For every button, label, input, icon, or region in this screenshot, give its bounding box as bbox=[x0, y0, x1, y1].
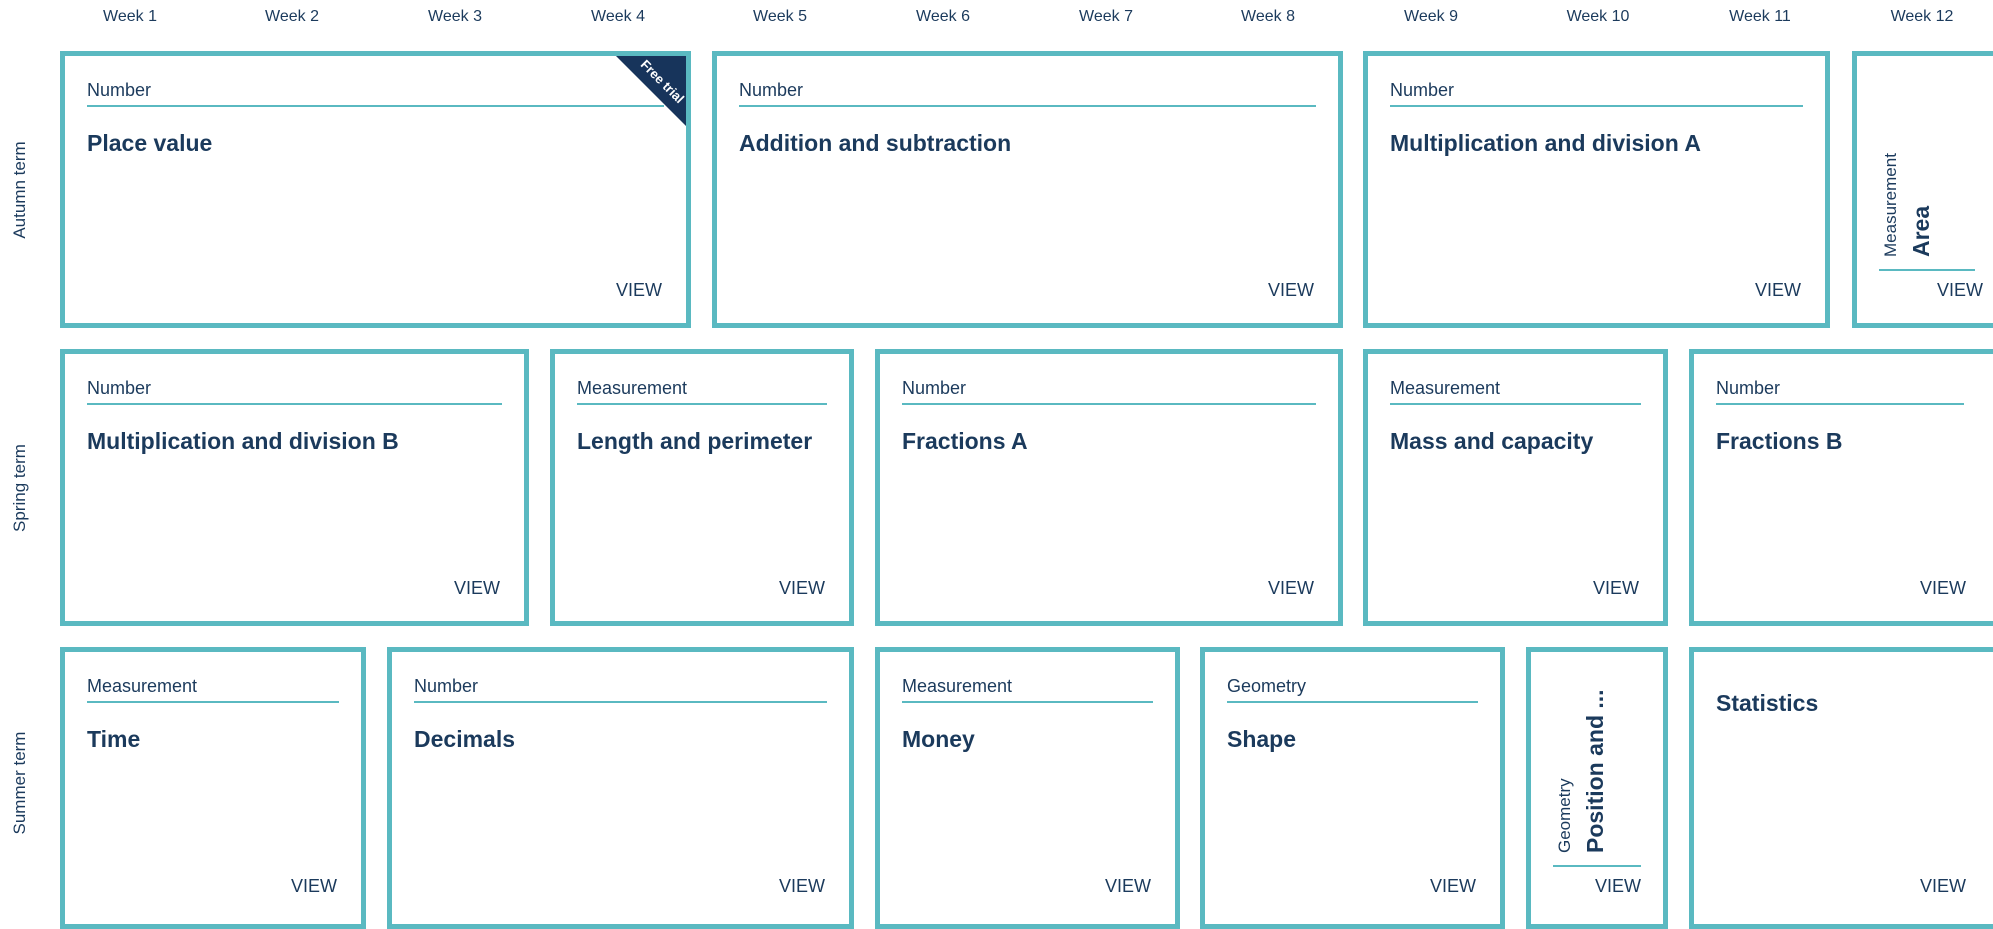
view-link[interactable]: VIEW bbox=[1595, 876, 1641, 897]
view-link[interactable]: VIEW bbox=[1268, 578, 1314, 599]
unit-card-time[interactable]: Measurement Time VIEW bbox=[60, 647, 366, 929]
unit-card-position-direction[interactable]: Geometry Position and ... VIEW bbox=[1526, 647, 1668, 929]
unit-title: Money bbox=[902, 726, 975, 752]
unit-card-statistics[interactable]: Statistics VIEW bbox=[1689, 647, 1993, 929]
unit-card-multiplication-division-a[interactable]: Number Multiplication and division A VIE… bbox=[1363, 51, 1830, 328]
unit-category: Number bbox=[87, 378, 502, 405]
week-5-header: Week 5 bbox=[753, 8, 807, 25]
autumn-term-label: Autumn term bbox=[10, 140, 29, 239]
unit-card-fractions-b[interactable]: Number Fractions B VIEW bbox=[1689, 349, 1993, 626]
unit-title: Place value bbox=[87, 130, 213, 156]
unit-card-addition-subtraction[interactable]: Number Addition and subtraction VIEW bbox=[712, 51, 1343, 328]
week-10-header: Week 10 bbox=[1566, 8, 1630, 25]
unit-category: Number bbox=[87, 80, 664, 107]
week-4-header: Week 4 bbox=[591, 8, 645, 25]
week-8-header: Week 8 bbox=[1241, 8, 1295, 25]
unit-title: Shape bbox=[1227, 726, 1297, 752]
unit-card-decimals[interactable]: Number Decimals VIEW bbox=[387, 647, 854, 929]
unit-title: Fractions B bbox=[1716, 428, 1843, 454]
view-link[interactable]: VIEW bbox=[1593, 578, 1639, 599]
week-7-header: Week 7 bbox=[1079, 8, 1133, 25]
unit-category: Measurement bbox=[577, 378, 827, 405]
unit-category: Number bbox=[1716, 378, 1964, 405]
week-12-header: Week 12 bbox=[1890, 8, 1954, 25]
unit-card-shape[interactable]: Geometry Shape VIEW bbox=[1200, 647, 1505, 929]
vertical-label-group: Measurement Area bbox=[1879, 86, 1975, 271]
view-link[interactable]: VIEW bbox=[779, 578, 825, 599]
unit-category: Number bbox=[1390, 80, 1803, 107]
view-link[interactable]: VIEW bbox=[1755, 280, 1801, 301]
unit-title: Position and ... bbox=[1582, 689, 1608, 853]
view-link[interactable]: VIEW bbox=[454, 578, 500, 599]
summer-term-label: Summer term bbox=[10, 731, 29, 835]
week-9-header: Week 9 bbox=[1404, 8, 1458, 25]
unit-title: Mass and capacity bbox=[1390, 428, 1594, 454]
unit-title: Multiplication and division B bbox=[87, 428, 399, 454]
unit-category: Geometry bbox=[1227, 676, 1478, 703]
week-1-header: Week 1 bbox=[103, 8, 157, 25]
week-2-header: Week 2 bbox=[265, 8, 319, 25]
vertical-label-group: Geometry Position and ... bbox=[1553, 682, 1641, 867]
view-link[interactable]: VIEW bbox=[779, 876, 825, 897]
unit-category: Geometry bbox=[1555, 778, 1574, 853]
week-11-header: Week 11 bbox=[1729, 8, 1791, 25]
unit-category: Measurement bbox=[1390, 378, 1641, 405]
view-link[interactable]: VIEW bbox=[291, 876, 337, 897]
unit-title: Addition and subtraction bbox=[739, 130, 1012, 156]
unit-title: Decimals bbox=[414, 726, 516, 752]
unit-card-area[interactable]: Measurement Area VIEW bbox=[1852, 51, 1993, 328]
unit-card-fractions-a[interactable]: Number Fractions A VIEW bbox=[875, 349, 1343, 626]
unit-category: Measurement bbox=[87, 676, 339, 703]
unit-title: Fractions A bbox=[902, 428, 1028, 454]
unit-card-place-value[interactable]: Number Place value VIEW Free trial bbox=[60, 51, 691, 328]
unit-card-mass-capacity[interactable]: Measurement Mass and capacity VIEW bbox=[1363, 349, 1668, 626]
unit-card-multiplication-division-b[interactable]: Number Multiplication and division B VIE… bbox=[60, 349, 529, 626]
unit-title: Length and perimeter bbox=[577, 428, 813, 454]
unit-card-length-perimeter[interactable]: Measurement Length and perimeter VIEW bbox=[550, 349, 854, 626]
view-link[interactable]: VIEW bbox=[1430, 876, 1476, 897]
view-link[interactable]: VIEW bbox=[1937, 280, 1983, 301]
unit-category: Measurement bbox=[1881, 153, 1900, 257]
view-link[interactable]: VIEW bbox=[1105, 876, 1151, 897]
unit-title: Statistics bbox=[1716, 690, 1819, 716]
view-link[interactable]: VIEW bbox=[1920, 578, 1966, 599]
week-3-header: Week 3 bbox=[428, 8, 482, 25]
unit-category: Number bbox=[414, 676, 827, 703]
spring-term-label: Spring term bbox=[10, 443, 29, 532]
unit-title: Multiplication and division A bbox=[1390, 130, 1701, 156]
view-link[interactable]: VIEW bbox=[1268, 280, 1314, 301]
unit-title: Area bbox=[1908, 205, 1934, 257]
unit-category: Number bbox=[902, 378, 1316, 405]
unit-category: Number bbox=[739, 80, 1316, 107]
unit-title: Time bbox=[87, 726, 141, 752]
view-link[interactable]: VIEW bbox=[616, 280, 662, 301]
week-6-header: Week 6 bbox=[916, 8, 970, 25]
view-link[interactable]: VIEW bbox=[1920, 876, 1966, 897]
unit-card-money[interactable]: Measurement Money VIEW bbox=[875, 647, 1180, 929]
unit-category: Measurement bbox=[902, 676, 1153, 703]
